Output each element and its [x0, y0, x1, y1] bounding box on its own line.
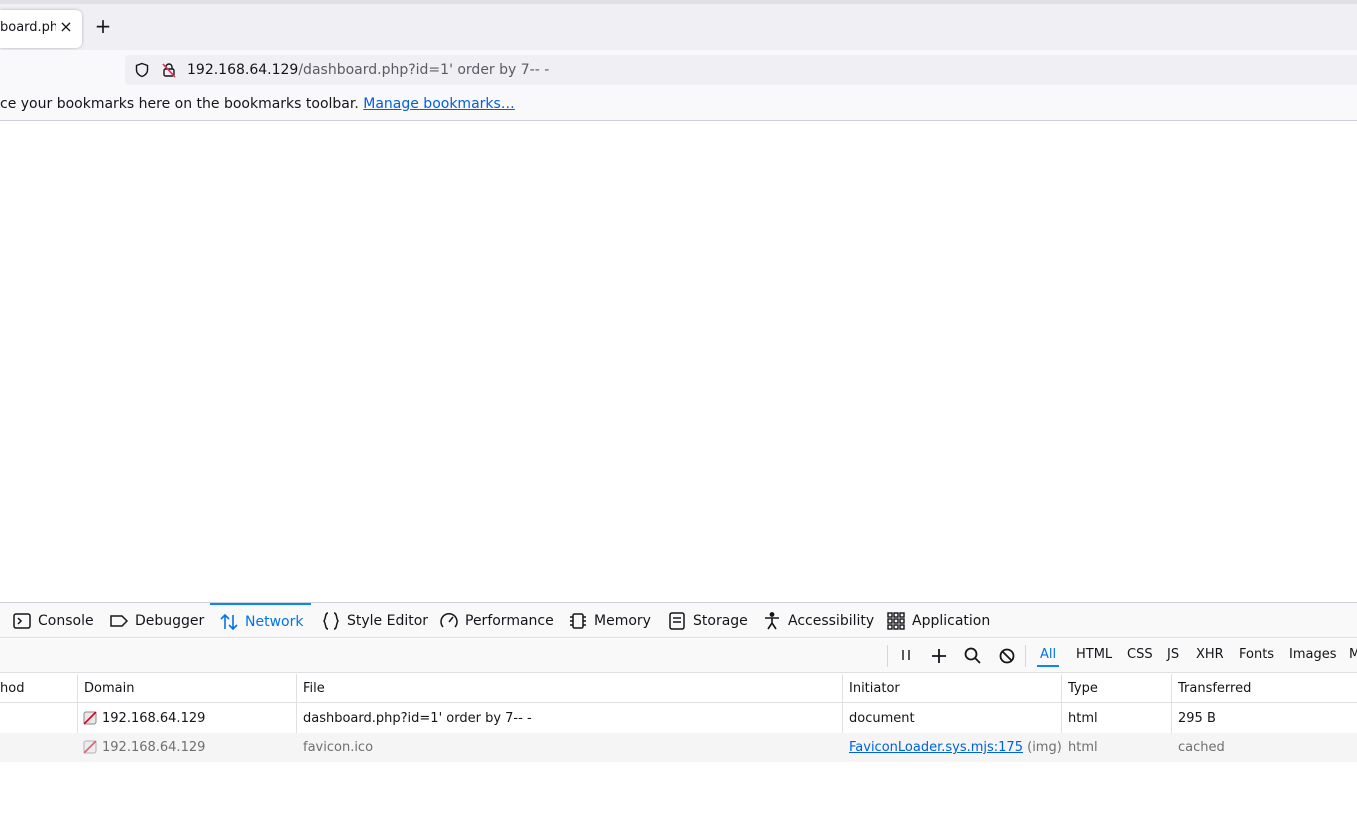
tab-console[interactable]: Console	[12, 603, 94, 638]
bookmarks-toolbar: ce your bookmarks here on the bookmarks …	[0, 90, 1357, 121]
tab-title: board.ph	[0, 20, 56, 35]
filter-all[interactable]: All	[1037, 647, 1060, 667]
column-initiator[interactable]: Initiator	[849, 681, 900, 696]
tab-label: Accessibility	[788, 612, 875, 629]
request-type: html	[1068, 711, 1098, 726]
toolbar-divider	[1025, 645, 1026, 667]
tab-application[interactable]: Application	[886, 603, 990, 638]
tab-label: Storage	[693, 612, 748, 629]
tab-performance[interactable]: Performance	[439, 603, 554, 638]
insecure-lock-icon[interactable]	[161, 62, 177, 78]
tab-label: Network	[245, 613, 304, 630]
manage-bookmarks-link[interactable]: Manage bookmarks…	[363, 96, 515, 112]
debugger-icon	[110, 614, 129, 627]
request-domain: 192.168.64.129	[102, 711, 206, 726]
tab-label: Debugger	[135, 612, 205, 629]
table-row[interactable]: 192.168.64.129 favicon.ico FaviconLoader…	[0, 733, 1357, 762]
request-file: dashboard.php?id=1' order by 7-- -	[303, 711, 532, 726]
application-icon	[887, 611, 905, 630]
tab-network[interactable]: Network	[210, 603, 311, 638]
tab-label: Style Editor	[347, 612, 429, 629]
initiator-suffix: (img)	[1022, 740, 1062, 755]
bookmarks-hint: ce your bookmarks here on the bookmarks …	[0, 96, 364, 112]
column-domain[interactable]: Domain	[84, 681, 134, 696]
filter-media[interactable]: M	[1349, 647, 1357, 662]
column-method[interactable]: hod	[0, 681, 24, 696]
request-domain: 192.168.64.129	[102, 740, 206, 755]
performance-icon	[440, 612, 458, 627]
tab-style-editor[interactable]: Style Editor	[321, 603, 428, 638]
add-request-icon[interactable]	[929, 646, 949, 666]
tab-label: Application	[912, 612, 991, 629]
tab-label: Console	[38, 612, 94, 629]
clear-icon[interactable]	[997, 646, 1017, 666]
close-tab-icon[interactable]: ×	[58, 17, 74, 37]
navigation-bar: 192.168.64.129/dashboard.php?id=1' order…	[0, 50, 1357, 90]
url-host: 192.168.64.129	[187, 62, 299, 78]
filter-css[interactable]: CSS	[1127, 647, 1153, 662]
memory-icon	[570, 612, 586, 629]
tab-storage[interactable]: Storage	[667, 603, 748, 638]
search-icon[interactable]	[963, 646, 983, 666]
column-transferred[interactable]: Transferred	[1178, 681, 1251, 696]
tab-strip: board.ph × +	[0, 0, 1357, 50]
request-initiator: FaviconLoader.sys.mjs:175 (img)	[849, 740, 1062, 755]
initiator-link[interactable]: FaviconLoader.sys.mjs:175	[849, 740, 1023, 755]
filter-js[interactable]: JS	[1167, 647, 1179, 662]
request-transferred: 295 B	[1178, 711, 1216, 726]
storage-icon	[669, 611, 685, 630]
url-text[interactable]: 192.168.64.129/dashboard.php?id=1' order…	[187, 62, 549, 78]
devtools-panel: Console Debugger Network Style Editor Pe…	[0, 602, 1357, 835]
devtools-tab-bar: Console Debugger Network Style Editor Pe…	[0, 603, 1357, 638]
network-toolbar: All HTML CSS JS XHR Fonts Images M	[0, 639, 1357, 673]
filter-xhr[interactable]: XHR	[1196, 647, 1224, 662]
filter-html[interactable]: HTML	[1076, 647, 1112, 662]
tab-debugger[interactable]: Debugger	[109, 603, 204, 638]
insecure-connection-icon	[83, 740, 97, 754]
bookmarks-message: ce your bookmarks here on the bookmarks …	[0, 96, 515, 112]
new-tab-icon[interactable]: +	[93, 16, 113, 36]
requests-table-header: hod Domain File Initiator Type Transferr…	[0, 674, 1357, 761]
request-initiator: document	[849, 711, 915, 726]
column-file[interactable]: File	[303, 681, 325, 696]
table-row[interactable]: 192.168.64.129 dashboard.php?id=1' order…	[0, 704, 1357, 733]
tab-label: Performance	[465, 612, 554, 629]
url-path: /dashboard.php?id=1' order by 7-- -	[298, 62, 550, 78]
request-transferred: cached	[1178, 740, 1225, 755]
network-icon	[220, 613, 238, 630]
pause-icon[interactable]	[896, 646, 916, 666]
tab-label: Memory	[594, 612, 651, 629]
request-file: favicon.ico	[303, 740, 374, 755]
toolbar-divider	[887, 645, 888, 667]
accessibility-icon	[765, 611, 779, 629]
insecure-connection-icon	[83, 711, 97, 725]
console-icon	[13, 612, 31, 629]
url-bar[interactable]: 192.168.64.129/dashboard.php?id=1' order…	[125, 55, 1357, 85]
column-type[interactable]: Type	[1068, 681, 1098, 696]
filter-images[interactable]: Images	[1289, 647, 1337, 662]
shield-icon[interactable]	[134, 62, 150, 78]
tab-memory[interactable]: Memory	[568, 603, 651, 638]
page-content	[0, 121, 1357, 602]
filter-fonts[interactable]: Fonts	[1239, 647, 1274, 662]
tab-accessibility[interactable]: Accessibility	[762, 603, 874, 638]
browser-tab[interactable]: board.ph ×	[0, 10, 82, 48]
style-editor-icon	[323, 611, 339, 630]
request-type: html	[1068, 740, 1098, 755]
